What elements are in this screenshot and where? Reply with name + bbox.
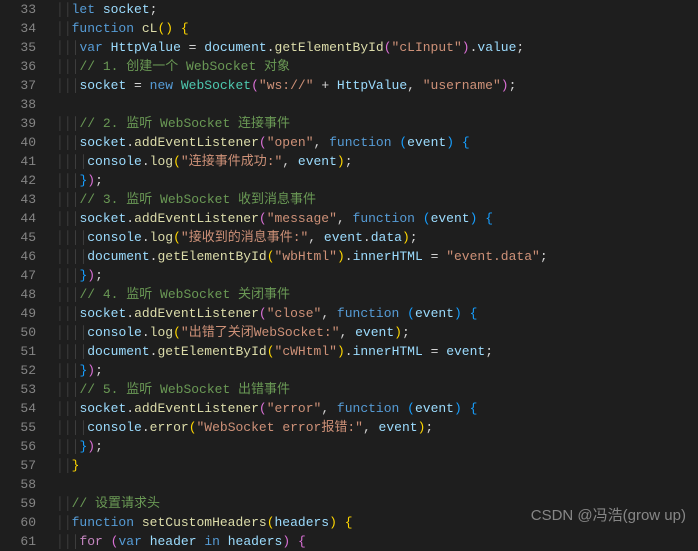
code-line[interactable]: │ │ │ │ console.log("接收到的消息事件:", event.d… [56,228,698,247]
line-number: 59 [0,494,36,513]
line-number: 44 [0,209,36,228]
code-line[interactable]: │ │ │ }); [56,437,698,456]
line-number: 53 [0,380,36,399]
code-line[interactable]: │ │ │ }); [56,361,698,380]
line-number: 46 [0,247,36,266]
code-line[interactable]: │ │ │ // 1. 创建一个 WebSocket 对象 [56,57,698,76]
code-line[interactable]: │ │ │ socket.addEventListener("message",… [56,209,698,228]
line-number: 57 [0,456,36,475]
line-number: 43 [0,190,36,209]
line-number: 51 [0,342,36,361]
code-line[interactable]: │ │ │ // 4. 监听 WebSocket 关闭事件 [56,285,698,304]
line-number: 55 [0,418,36,437]
line-number: 50 [0,323,36,342]
line-number: 48 [0,285,36,304]
line-number: 35 [0,38,36,57]
code-line[interactable]: │ │ function setCustomHeaders(headers) { [56,513,698,532]
code-line[interactable]: │ │ │ var HttpValue = document.getElemen… [56,38,698,57]
line-number: 54 [0,399,36,418]
code-line[interactable]: │ │ │ socket = new WebSocket("ws://" + H… [56,76,698,95]
line-number: 47 [0,266,36,285]
code-line[interactable] [56,95,698,114]
line-number: 61 [0,532,36,551]
line-number: 42 [0,171,36,190]
code-line[interactable]: │ │ // 设置请求头 [56,494,698,513]
line-number: 45 [0,228,36,247]
code-line[interactable]: │ │ │ │ console.error("WebSocket error报错… [56,418,698,437]
code-line[interactable]: │ │ function cL() { [56,19,698,38]
code-line[interactable]: │ │ } [56,456,698,475]
line-number: 36 [0,57,36,76]
code-area[interactable]: │ │ let socket;│ │ function cL() {│ │ │ … [50,0,698,533]
code-line[interactable]: │ │ │ // 3. 监听 WebSocket 收到消息事件 [56,190,698,209]
code-line[interactable]: │ │ │ socket.addEventListener("error", f… [56,399,698,418]
code-line[interactable]: │ │ │ │ console.log("出错了关闭WebSocket:", e… [56,323,698,342]
code-editor[interactable]: 3334353637383940414243444546474849505152… [0,0,698,533]
line-number: 39 [0,114,36,133]
line-number: 52 [0,361,36,380]
line-number: 37 [0,76,36,95]
code-line[interactable]: │ │ │ │ document.getElementById("wbHtml"… [56,247,698,266]
code-line[interactable]: │ │ let socket; [56,0,698,19]
code-line[interactable] [56,475,698,494]
code-line[interactable]: │ │ │ }); [56,266,698,285]
code-line[interactable]: │ │ │ socket.addEventListener("open", fu… [56,133,698,152]
code-line[interactable]: │ │ │ // 5. 监听 WebSocket 出错事件 [56,380,698,399]
line-number: 40 [0,133,36,152]
line-number: 33 [0,0,36,19]
line-number: 58 [0,475,36,494]
line-number: 34 [0,19,36,38]
line-number: 38 [0,95,36,114]
line-number-gutter: 3334353637383940414243444546474849505152… [0,0,50,533]
code-line[interactable]: │ │ │ }); [56,171,698,190]
line-number: 41 [0,152,36,171]
code-line[interactable]: │ │ │ for (var header in headers) { [56,532,698,551]
code-line[interactable]: │ │ │ │ document.getElementById("cWHtml"… [56,342,698,361]
line-number: 49 [0,304,36,323]
code-line[interactable]: │ │ │ socket.addEventListener("close", f… [56,304,698,323]
code-line[interactable]: │ │ │ // 2. 监听 WebSocket 连接事件 [56,114,698,133]
code-line[interactable]: │ │ │ │ console.log("连接事件成功:", event); [56,152,698,171]
line-number: 56 [0,437,36,456]
line-number: 60 [0,513,36,532]
